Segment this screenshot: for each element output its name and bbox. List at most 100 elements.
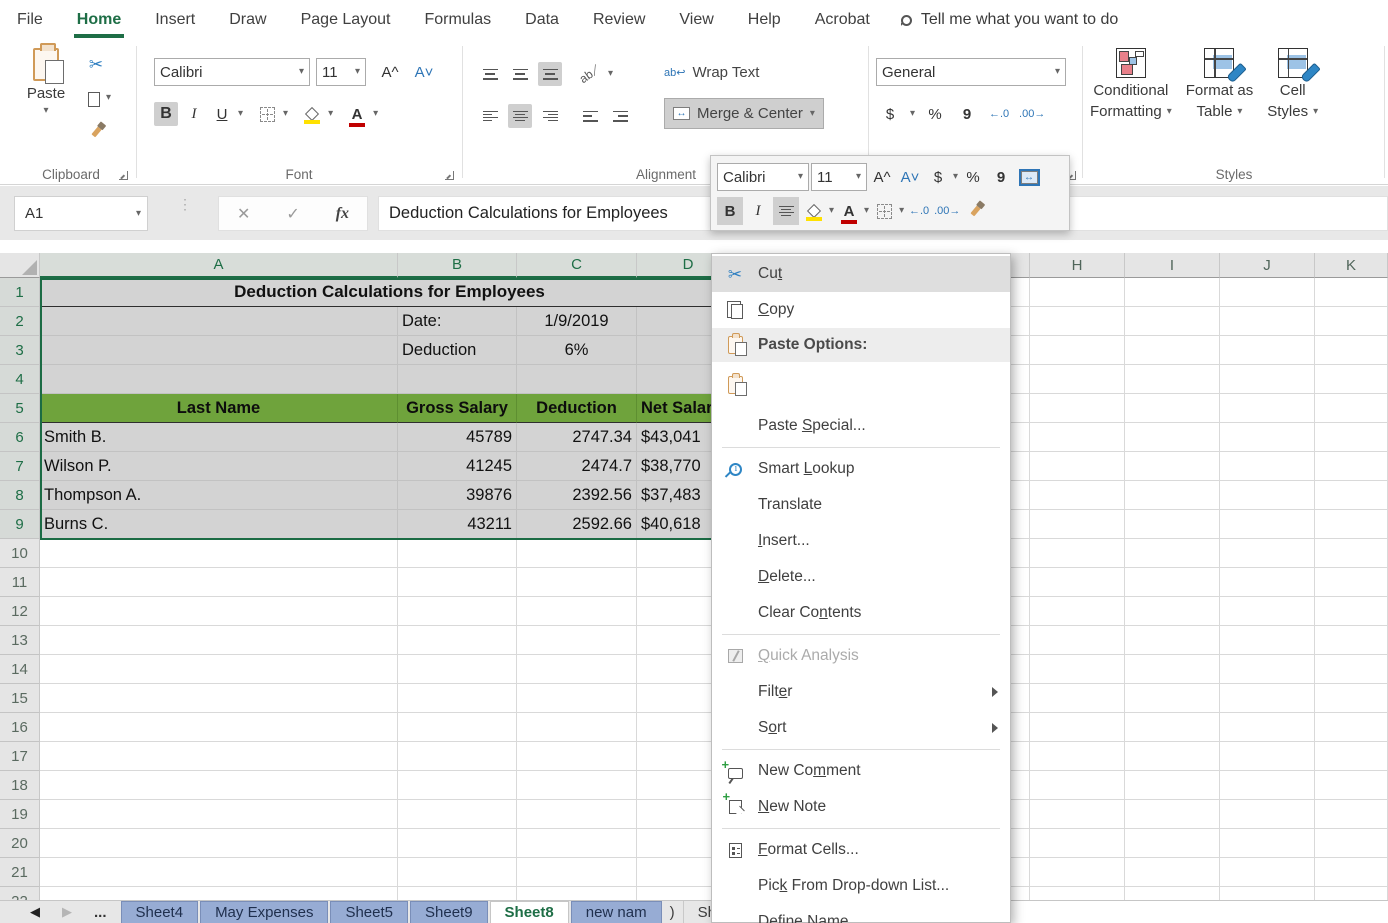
sheet-tab-sheet4[interactable]: Sheet4 (121, 901, 199, 923)
middle-align-button[interactable] (508, 62, 532, 86)
align-center-button[interactable] (508, 104, 532, 128)
row-header-10[interactable]: 10 (0, 539, 40, 568)
mini-align-center-button[interactable] (773, 197, 799, 225)
cell-B13[interactable] (398, 626, 517, 655)
cell-C4[interactable] (517, 365, 637, 394)
cell-H1[interactable] (1030, 278, 1125, 307)
cell-B9[interactable]: 43211 (398, 510, 517, 539)
mini-font-color-button[interactable]: A (836, 197, 862, 225)
borders-dropdown-icon[interactable]: ▾ (283, 109, 288, 119)
cell-A15[interactable] (40, 684, 398, 713)
underline-button[interactable]: U (210, 102, 234, 126)
menu-item-new-comment[interactable]: New Comment (712, 753, 1010, 789)
borders-button[interactable] (255, 102, 279, 126)
cell-A14[interactable] (40, 655, 398, 684)
mini-decrease-decimal-button[interactable]: ←.0 (906, 197, 932, 225)
cell-J22[interactable] (1220, 887, 1315, 900)
orientation-button[interactable]: ab⟋ (578, 62, 602, 86)
cell-H14[interactable] (1030, 655, 1125, 684)
format-painter-button[interactable] (84, 120, 108, 144)
menu-item-cut[interactable]: ✂Cut (712, 256, 1010, 292)
row-header-6[interactable]: 6 (0, 423, 40, 452)
row-header-1[interactable]: 1 (0, 278, 40, 307)
cell-J7[interactable] (1220, 452, 1315, 481)
menu-item-quick-analysis[interactable]: Quick Analysis (712, 638, 1010, 674)
cell-J15[interactable] (1220, 684, 1315, 713)
row-header-16[interactable]: 16 (0, 713, 40, 742)
row-header-8[interactable]: 8 (0, 481, 40, 510)
cell-B2[interactable]: Date: (398, 307, 517, 336)
cell-H19[interactable] (1030, 800, 1125, 829)
cell-I20[interactable] (1125, 829, 1220, 858)
align-right-button[interactable] (538, 104, 562, 128)
mini-decrease-font-button[interactable]: A˅ (897, 163, 923, 191)
cell-I9[interactable] (1125, 510, 1220, 539)
row-header-7[interactable]: 7 (0, 452, 40, 481)
menu-item-insert[interactable]: Insert... (712, 523, 1010, 559)
cell-K9[interactable] (1315, 510, 1388, 539)
italic-button[interactable]: I (182, 102, 206, 126)
cell-K10[interactable] (1315, 539, 1388, 568)
wrap-text-button[interactable]: ab↩ Wrap Text (664, 64, 759, 81)
fill-color-dropdown-icon[interactable]: ▾ (328, 109, 333, 119)
cell-C21[interactable] (517, 858, 637, 887)
cell-I19[interactable] (1125, 800, 1220, 829)
column-header-I[interactable]: I (1125, 253, 1220, 278)
cell-B18[interactable] (398, 771, 517, 800)
cell-A18[interactable] (40, 771, 398, 800)
top-align-button[interactable] (478, 62, 502, 86)
paste-button[interactable]: Paste ▾ (18, 48, 74, 116)
column-header-J[interactable]: J (1220, 253, 1315, 278)
increase-indent-button[interactable] (608, 104, 632, 128)
cell-I6[interactable] (1125, 423, 1220, 452)
cell-K11[interactable] (1315, 568, 1388, 597)
number-format-combo[interactable]: General ▾ (876, 58, 1066, 86)
font-color-dropdown-icon[interactable]: ▾ (373, 109, 378, 119)
copy-dropdown-icon[interactable]: ▾ (106, 93, 111, 103)
row-header-21[interactable]: 21 (0, 858, 40, 887)
mini-font-color-dropdown-icon[interactable]: ▾ (864, 206, 869, 216)
mini-bold-button[interactable]: B (717, 197, 743, 225)
menu-item-pick-from-drop-down-list[interactable]: Pick From Drop-down List... (712, 868, 1010, 904)
menu-item-filter[interactable]: Filter (712, 674, 1010, 710)
menu-item-paste-special[interactable]: Paste Special... (712, 408, 1010, 444)
sheet-tab-sheet5[interactable]: Sheet5 (330, 901, 408, 923)
cell-I21[interactable] (1125, 858, 1220, 887)
cell-C7[interactable]: 2474.7 (517, 452, 637, 481)
menu-item-delete[interactable]: Delete... (712, 559, 1010, 595)
cell-H22[interactable] (1030, 887, 1125, 900)
accounting-dropdown-icon[interactable]: ▾ (910, 109, 915, 119)
cell-I10[interactable] (1125, 539, 1220, 568)
row-header-4[interactable]: 4 (0, 365, 40, 394)
cell-B5[interactable]: Gross Salary (398, 394, 517, 423)
cell-I18[interactable] (1125, 771, 1220, 800)
ribbon-tab-insert[interactable]: Insert (138, 0, 212, 40)
column-header-H[interactable]: H (1030, 253, 1125, 278)
cell-H20[interactable] (1030, 829, 1125, 858)
cell-J19[interactable] (1220, 800, 1315, 829)
cell-B16[interactable] (398, 713, 517, 742)
cell-A17[interactable] (40, 742, 398, 771)
cell-H6[interactable] (1030, 423, 1125, 452)
row-header-12[interactable]: 12 (0, 597, 40, 626)
cell-A1[interactable]: Deduction Calculations for Employees (40, 278, 740, 307)
cell-J20[interactable] (1220, 829, 1315, 858)
cell-K17[interactable] (1315, 742, 1388, 771)
cell-A10[interactable] (40, 539, 398, 568)
menu-item-copy[interactable]: Copy (712, 292, 1010, 328)
cell-K2[interactable] (1315, 307, 1388, 336)
cell-J8[interactable] (1220, 481, 1315, 510)
ribbon-tab-file[interactable]: File (0, 0, 60, 40)
name-box[interactable]: A1 ▾ (14, 196, 148, 231)
cell-C6[interactable]: 2747.34 (517, 423, 637, 452)
mini-accounting-button[interactable]: $ (925, 163, 951, 191)
cell-B3[interactable]: Deduction (398, 336, 517, 365)
mini-italic-button[interactable]: I (745, 197, 771, 225)
font-name-combo[interactable]: Calibri ▾ (154, 58, 310, 86)
cell-I5[interactable] (1125, 394, 1220, 423)
cell-I16[interactable] (1125, 713, 1220, 742)
row-header-15[interactable]: 15 (0, 684, 40, 713)
mini-fill-color-button[interactable] (801, 197, 827, 225)
increase-decimal-button[interactable]: ←.0 (987, 102, 1011, 126)
format-as-table-button[interactable]: Format asTable▾ (1186, 48, 1254, 120)
